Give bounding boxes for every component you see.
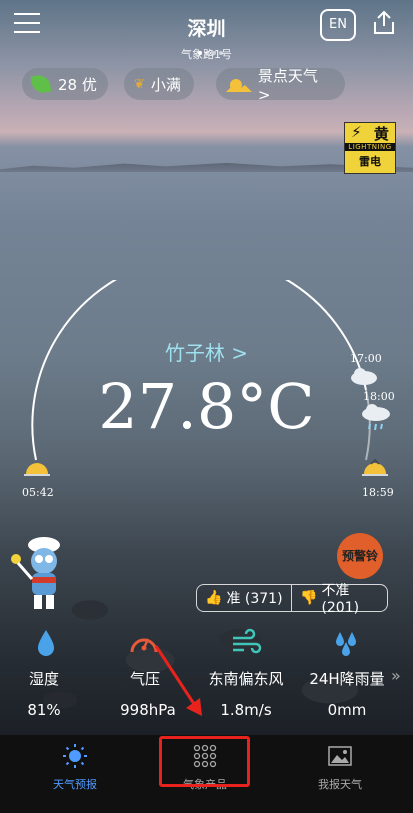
rain-drops-icon (336, 632, 356, 656)
scenic-label: 景点天气 > (257, 66, 318, 104)
photo-icon (328, 746, 352, 766)
aqi-label: 28 优 (58, 75, 97, 94)
thumbs-down-icon: 👎 (300, 590, 318, 606)
metric-label-wind: 东南偏东风 (208, 670, 284, 688)
tab-my-report-label: 我报天气 (318, 778, 362, 791)
humidity-drop-icon (38, 630, 54, 656)
aqi-chip[interactable]: 28 优 (22, 68, 108, 100)
mountain-sun-icon (226, 79, 252, 92)
wheat-icon: ❦ (134, 76, 145, 92)
more-metrics-arrow[interactable]: » (391, 666, 401, 685)
metric-value-wind: 1.8m/s (220, 701, 272, 719)
sunrise-time: 05:42 (22, 486, 54, 499)
thumbs-up-icon: 👍 (205, 590, 223, 606)
scenic-weather-chip[interactable]: 景点天气 > (216, 67, 345, 104)
vote-inaccurate-button[interactable]: 👎 不准 (201) (292, 583, 388, 616)
vote-accurate-button[interactable]: 👍 准 (371) (196, 584, 292, 612)
mascot-image[interactable] (10, 535, 76, 615)
solar-term-label: 小满 (150, 75, 181, 94)
lightning-warning-badge[interactable]: ⚡ 黄 LIGHTNING 雷电 (344, 122, 396, 174)
rain-cloud-icon (362, 404, 390, 431)
metric-value-humidity: 81% (27, 701, 61, 719)
language-button[interactable]: EN (320, 9, 356, 41)
warning-type-en: LIGHTNING (345, 143, 395, 151)
vote-inaccurate-label: 不准 (201) (321, 583, 360, 616)
tab-weather-forecast[interactable]: 天气预报 (30, 735, 120, 813)
leaf-icon (30, 73, 52, 95)
warning-type-cn: 雷电 (359, 155, 381, 168)
metric-value-rain: 0mm (327, 701, 367, 719)
metric-label-humidity: 湿度 (28, 670, 59, 688)
sunset-icon (362, 458, 388, 476)
metric-label-rain: 24H降雨量 (309, 670, 385, 688)
tab-weather-forecast-label: 天气预报 (53, 778, 97, 791)
station-name: 气象路1号 (181, 48, 232, 61)
annotation-arrow (154, 645, 202, 716)
share-icon[interactable] (372, 10, 396, 36)
tab-my-report[interactable]: 我报天气 (295, 735, 385, 813)
warning-level: 黄 (373, 125, 389, 143)
cloudy-night-icon (351, 368, 377, 385)
wind-icon (233, 628, 262, 654)
sunrise-icon (24, 463, 50, 476)
alarm-bell-button[interactable]: 预警铃 (337, 533, 383, 579)
annotation-highlight-box (159, 736, 250, 787)
sun-icon (63, 744, 87, 768)
vote-accurate-label: 准 (371) (226, 591, 283, 607)
lightning-bolt-icon: ⚡ (351, 123, 362, 141)
solar-term-chip[interactable]: ❦ 小满 (124, 68, 194, 100)
sunset-time: 18:59 (362, 486, 394, 499)
